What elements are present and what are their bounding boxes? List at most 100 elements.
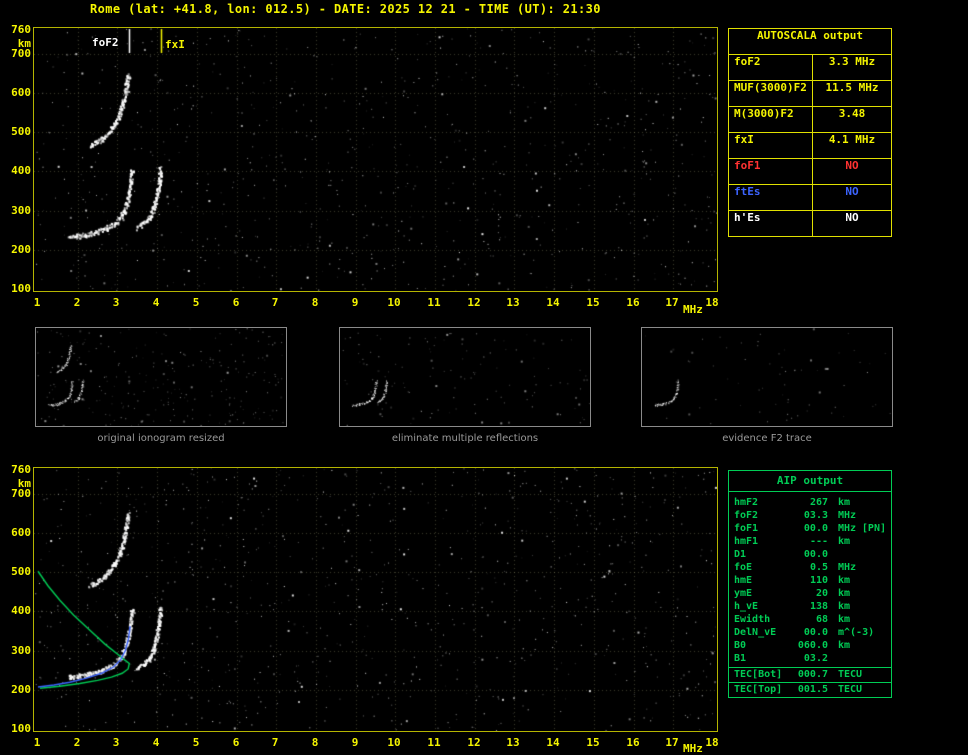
- aip-row: DelN_vE 00.0 m^(-3): [729, 626, 891, 639]
- aip-row-unit: km: [838, 575, 851, 586]
- y-tick-label: 700: [11, 47, 31, 60]
- autoscala-row-label: MUF(3000)F2: [729, 81, 813, 106]
- aip-row-unit: km: [838, 640, 851, 651]
- aip-row-value: 110: [809, 575, 828, 586]
- aip-tec-label: TEC[Bot]: [734, 669, 783, 680]
- aip-output-table: AIP output hmF2 267 km foF2 03.3 MHz foF1 00.0 M…: [728, 470, 892, 698]
- x-tick-label: 4: [152, 296, 160, 309]
- x-tick-label: 7: [271, 736, 279, 749]
- thumbnail-canvas-cleaned: [340, 328, 590, 426]
- autoscala-output-table: AUTOSCALA output foF2 3.3 MHz MUF(3000)F2 1…: [728, 28, 892, 237]
- aip-row: D1 00.0: [729, 548, 891, 561]
- thumbnail-caption-original: original ionogram resized: [97, 433, 225, 444]
- aip-row-unit: km: [838, 536, 851, 547]
- x-tick-label: 12: [467, 296, 481, 309]
- x-tick-label: 13: [506, 736, 520, 749]
- y-tick-label: 400: [11, 164, 31, 177]
- aip-row-value: 68: [815, 614, 828, 625]
- page-title: Rome (lat: +41.8, lon: 012.5) - DATE: 20…: [90, 2, 601, 16]
- aip-table-title: AIP output: [729, 471, 891, 492]
- aip-row-value: 03.3: [803, 510, 828, 521]
- aip-row-label: foE: [734, 562, 753, 573]
- y-tick-label: 500: [11, 565, 31, 578]
- aip-row-value: 00.0: [803, 627, 828, 638]
- autoscala-row: ftEs NO: [729, 185, 891, 211]
- x-tick-label: 8: [311, 736, 319, 749]
- aip-row-unit: km: [838, 601, 851, 612]
- aip-row-value: 20: [815, 588, 828, 599]
- y-tick-label: 600: [11, 526, 31, 539]
- aip-tec-unit: TECU: [838, 669, 863, 680]
- y-tick-label: 500: [11, 125, 31, 138]
- y-tick-label: 200: [11, 683, 31, 696]
- autoscala-row-label: fxI: [729, 133, 813, 158]
- autoscala-row-label: h'Es: [729, 211, 813, 236]
- y-tick-label: 100: [11, 282, 31, 295]
- aip-row-label: hmE: [734, 575, 753, 586]
- x-tick-label: 17: [665, 736, 679, 749]
- aip-row-unit: m^(-3): [838, 627, 875, 638]
- x-tick-label: 12: [467, 736, 481, 749]
- aip-row: B0 060.0 km: [729, 639, 891, 652]
- y-tick-label: 300: [11, 644, 31, 657]
- x-tick-label: 18: [705, 736, 719, 749]
- fxi-marker-label: fxI: [165, 38, 185, 51]
- aip-row-label: ymE: [734, 588, 753, 599]
- x-tick-label: 8: [311, 296, 319, 309]
- autoscala-row-value: 4.1 MHz: [828, 133, 876, 146]
- x-tick-label: 15: [586, 736, 600, 749]
- autoscala-row-value: 3.48: [838, 107, 866, 120]
- autoscala-row-label: M(3000)F2: [729, 107, 813, 132]
- aip-row-value: 0.5: [809, 562, 828, 573]
- autoscala-table-title: AUTOSCALA output: [729, 29, 891, 55]
- x-tick-label: 16: [626, 296, 640, 309]
- thumbnail-caption-f2trace: evidence F2 trace: [722, 433, 812, 444]
- thumbnail-multiple-reflections-removed: [339, 327, 591, 427]
- aip-row-note: [PN]: [861, 523, 886, 534]
- aip-row-unit: MHz: [838, 562, 857, 573]
- x-tick-label: 3: [112, 296, 120, 309]
- autoscala-row-label: ftEs: [729, 185, 813, 210]
- aip-row-label: hmF2: [734, 497, 759, 508]
- thumbnail-f2-trace-evidence: [641, 327, 893, 427]
- aip-row-unit: MHz: [838, 510, 857, 521]
- aip-tec-value: 001.5: [797, 684, 828, 695]
- x-tick-label: 13: [506, 296, 520, 309]
- x-tick-label: 7: [271, 296, 279, 309]
- x-tick-label: 18: [705, 296, 719, 309]
- aip-row: foE 0.5 MHz: [729, 561, 891, 574]
- x-tick-label: 15: [586, 296, 600, 309]
- aip-row-label: D1: [734, 549, 747, 560]
- x-tick-label: 4: [152, 736, 160, 749]
- autoscala-row-value: 3.3 MHz: [828, 55, 876, 68]
- aip-row-label: Ewidth: [734, 614, 771, 625]
- autoscala-table-rows: foF2 3.3 MHz MUF(3000)F2 11.5 MHz M(3000)F2 3…: [729, 55, 891, 236]
- aip-row-unit: [828, 652, 838, 665]
- autoscala-row: foF2 3.3 MHz: [729, 55, 891, 81]
- aip-row: hmF2 267 km: [729, 496, 891, 509]
- aip-row: B1 03.2: [729, 652, 891, 665]
- autoscala-row: foF1 NO: [729, 159, 891, 185]
- aip-row-value: 00.0: [803, 523, 828, 534]
- x-tick-label: 1: [33, 736, 41, 749]
- ionogram-canvas-top: [34, 28, 717, 291]
- autoscala-row-label: foF1: [729, 159, 813, 184]
- autoscala-row-value: NO: [845, 159, 859, 172]
- x-tick-label: 14: [546, 296, 560, 309]
- aip-tec-value: 000.7: [797, 669, 828, 680]
- autoscala-row-value: NO: [845, 211, 859, 224]
- aip-row: Ewidth 68 km: [729, 613, 891, 626]
- aip-row-unit: km: [838, 588, 851, 599]
- x-tick-label: 5: [192, 736, 200, 749]
- thumbnail-caption-cleaned: eliminate multiple reflections: [391, 433, 539, 444]
- thumbnail-canvas-original: [36, 328, 286, 426]
- aip-row-value: 060.0: [797, 640, 828, 651]
- thumbnail-original-ionogram: [35, 327, 287, 427]
- x-tick-label: 17: [665, 296, 679, 309]
- aip-row: ymE 20 km: [729, 587, 891, 600]
- x-tick-label: 6: [232, 296, 240, 309]
- x-tick-label: 2: [73, 296, 81, 309]
- aip-row-label: B1: [734, 653, 747, 664]
- aip-row-label: DelN_vE: [734, 627, 777, 638]
- y-tick-label: 400: [11, 604, 31, 617]
